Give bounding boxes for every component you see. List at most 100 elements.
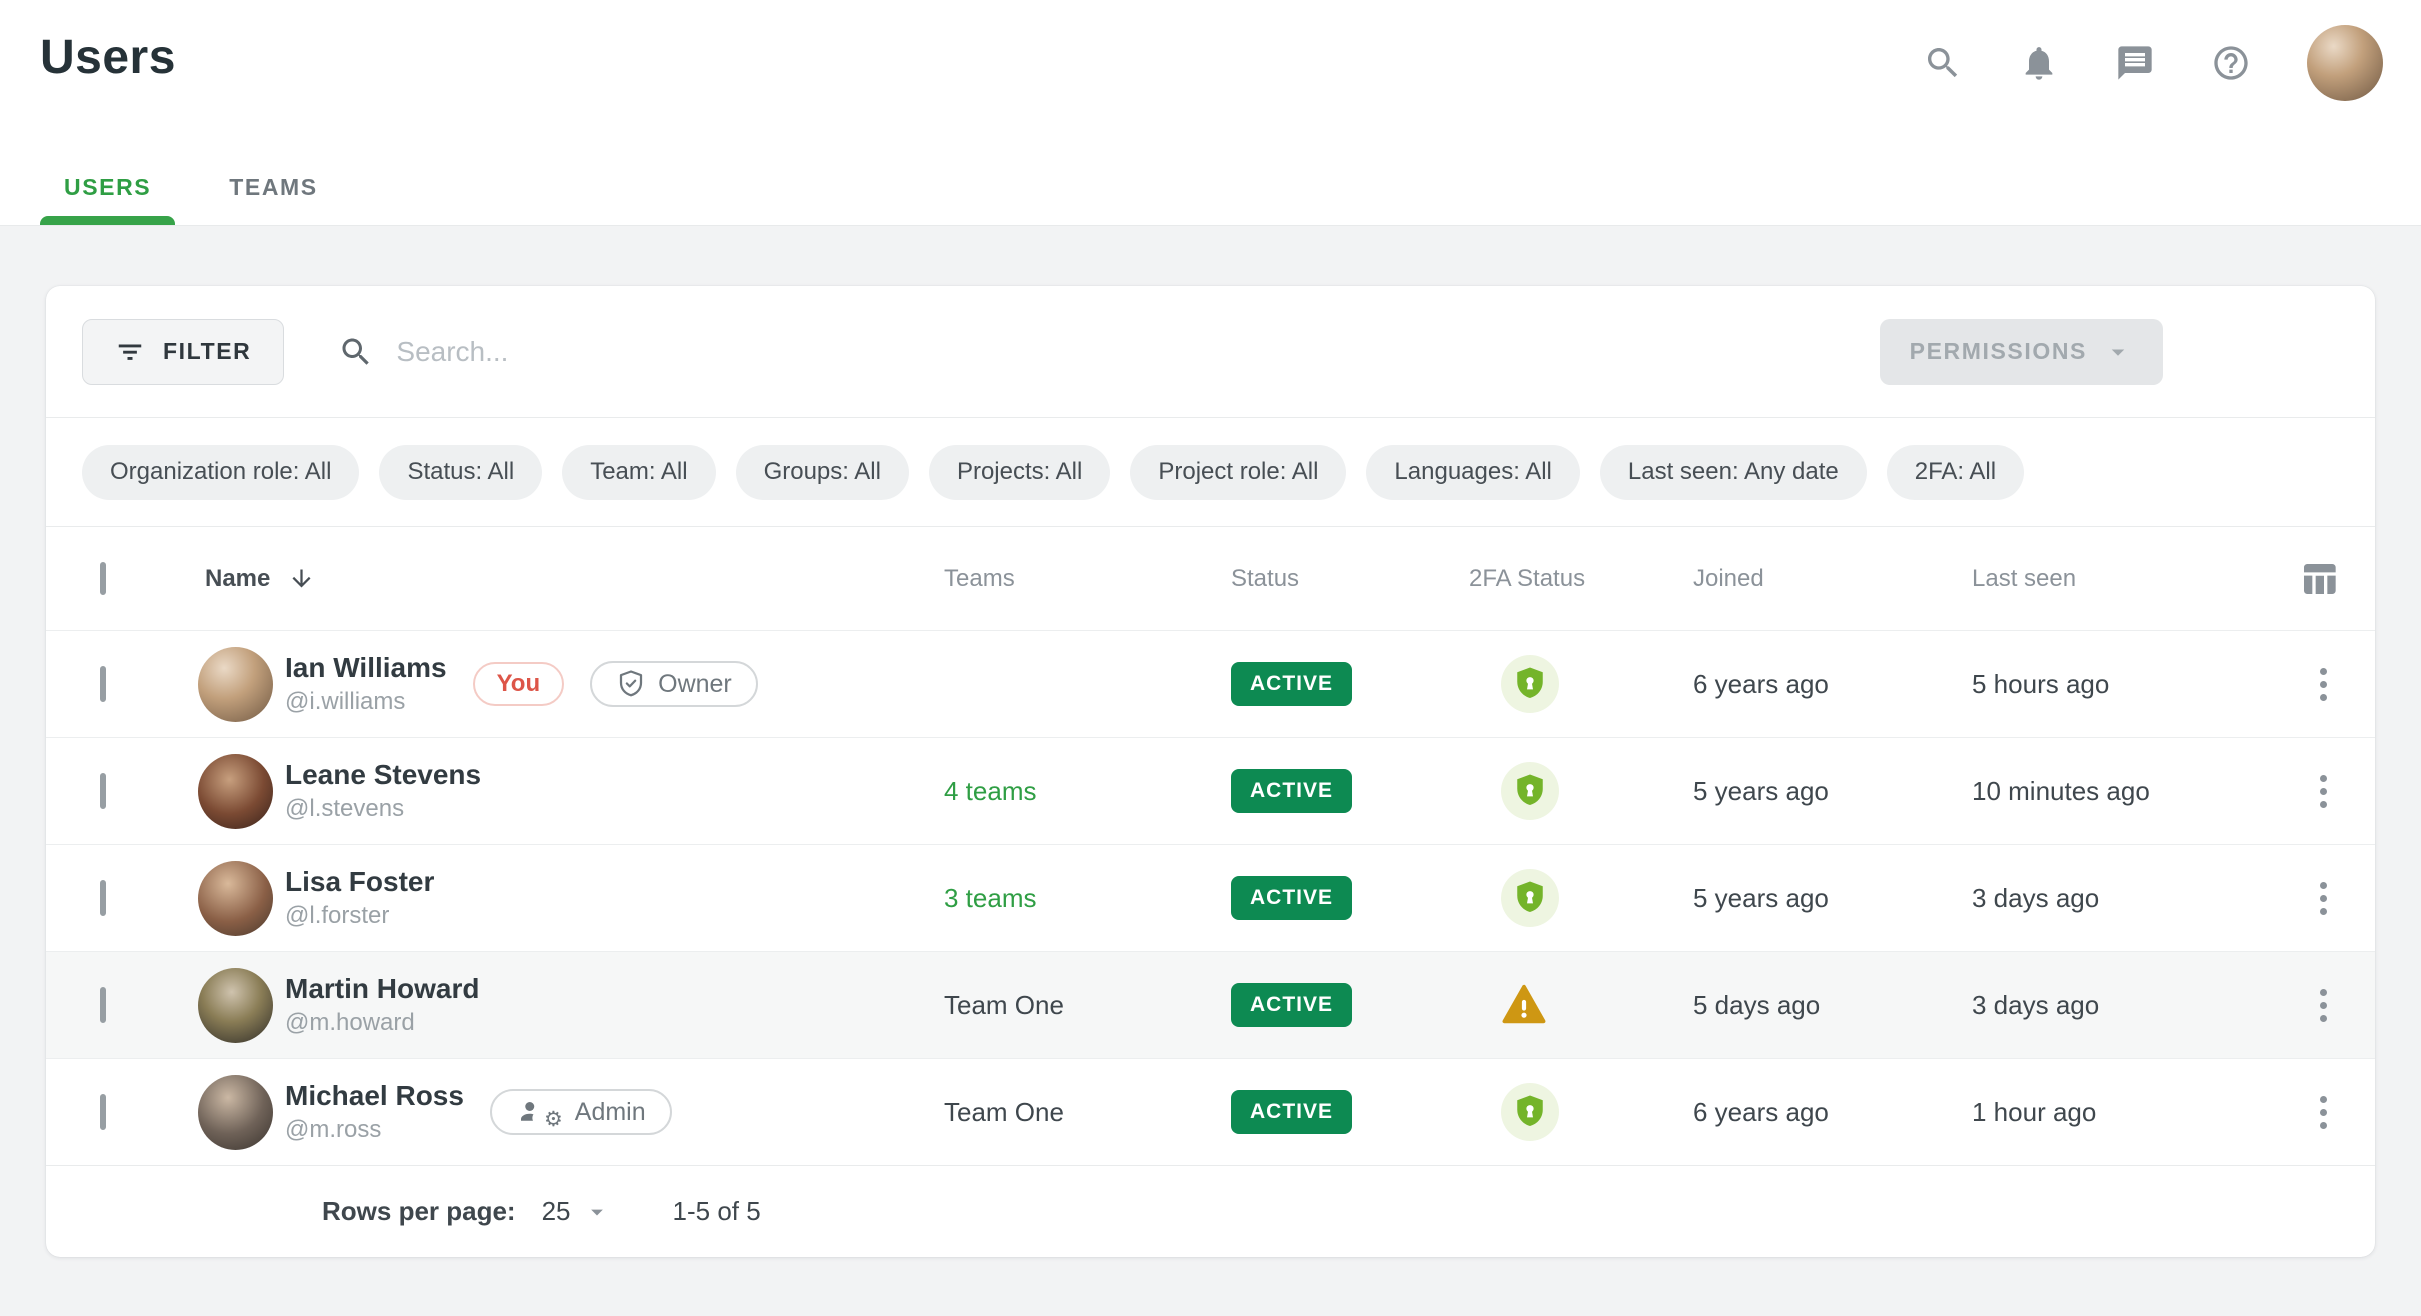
last-seen-cell: 10 minutes ago	[1972, 776, 2222, 807]
rows-per-page-select[interactable]: 25	[542, 1196, 611, 1227]
row-checkbox[interactable]	[100, 1094, 106, 1130]
user-avatar[interactable]	[2307, 25, 2383, 101]
row-actions-kebab-icon[interactable]	[2312, 1088, 2335, 1137]
status-badge: ACTIVE	[1231, 769, 1352, 813]
avatar	[198, 861, 273, 936]
table-row: Martin Howard @m.howard Team One ACTIVE …	[46, 951, 2375, 1058]
chip-last-seen[interactable]: Last seen: Any date	[1600, 445, 1867, 500]
tab-teams[interactable]: TEAMS	[205, 174, 342, 225]
table-row: Lisa Foster @l.forster 3 teams ACTIVE 5 …	[46, 844, 2375, 951]
last-seen-cell: 1 hour ago	[1972, 1097, 2222, 1128]
joined-cell: 6 years ago	[1693, 669, 1972, 700]
last-seen-cell: 5 hours ago	[1972, 669, 2222, 700]
column-header-joined[interactable]: Joined	[1693, 565, 1972, 593]
chip-organization-role[interactable]: Organization role: All	[82, 445, 359, 500]
person-icon	[516, 1097, 546, 1127]
search-box	[338, 334, 1879, 370]
admin-badge-label: Admin	[575, 1098, 646, 1127]
help-icon[interactable]	[2211, 43, 2251, 83]
joined-cell: 5 years ago	[1693, 883, 1972, 914]
permissions-button-label: PERMISSIONS	[1910, 338, 2087, 365]
users-card: FILTER PERMISSIONS	[46, 286, 2375, 1257]
column-header-status[interactable]: Status	[1231, 565, 1469, 593]
column-header-last-seen[interactable]: Last seen	[1972, 565, 2222, 593]
user-handle: @m.ross	[285, 1116, 464, 1144]
chip-status[interactable]: Status: All	[379, 445, 542, 500]
row-checkbox[interactable]	[100, 880, 106, 916]
shield-check-icon	[616, 669, 646, 699]
filter-icon	[115, 337, 145, 367]
row-checkbox[interactable]	[100, 666, 106, 702]
user-name[interactable]: Martin Howard	[285, 973, 479, 1005]
chip-groups[interactable]: Groups: All	[736, 445, 909, 500]
teams-link[interactable]: 4 teams	[944, 776, 1037, 806]
rows-per-page-label: Rows per page:	[322, 1196, 516, 1227]
sort-descending-icon[interactable]	[288, 565, 315, 592]
notifications-bell-icon[interactable]	[2019, 43, 2059, 83]
search-input[interactable]	[396, 336, 1879, 368]
permissions-dropdown-button[interactable]: PERMISSIONS	[1880, 319, 2163, 385]
filter-chips-row: Organization role: All Status: All Team:…	[46, 417, 2375, 527]
pagination-range: 1-5 of 5	[673, 1196, 761, 1227]
2fa-enabled-shield-icon	[1501, 762, 1559, 820]
table-row: Leane Stevens @l.stevens 4 teams ACTIVE …	[46, 737, 2375, 844]
select-all-checkbox[interactable]	[100, 562, 106, 595]
2fa-enabled-shield-icon	[1501, 655, 1559, 713]
user-name[interactable]: Lisa Foster	[285, 866, 434, 898]
status-badge: ACTIVE	[1231, 983, 1352, 1027]
tab-bar: USERS TEAMS	[40, 174, 342, 225]
row-checkbox[interactable]	[100, 987, 106, 1023]
avatar	[198, 1075, 273, 1150]
filter-button[interactable]: FILTER	[82, 319, 284, 385]
chat-messages-icon[interactable]	[2115, 43, 2155, 83]
search-icon[interactable]	[1923, 43, 1963, 83]
last-seen-cell: 3 days ago	[1972, 883, 2222, 914]
teams-cell: Team One	[944, 990, 1064, 1020]
table-row: Ian Williams @i.williams You Owner ACTIV…	[46, 630, 2375, 737]
chip-team[interactable]: Team: All	[562, 445, 715, 500]
chevron-down-icon	[2103, 337, 2133, 367]
row-actions-kebab-icon[interactable]	[2312, 874, 2335, 923]
rows-per-page-value: 25	[542, 1196, 571, 1227]
avatar	[198, 968, 273, 1043]
row-checkbox[interactable]	[100, 773, 106, 809]
owner-badge: Owner	[590, 661, 758, 707]
status-badge: ACTIVE	[1231, 876, 1352, 920]
pagination-bar: Rows per page: 25 1-5 of 5	[46, 1165, 2375, 1257]
user-handle: @m.howard	[285, 1009, 479, 1037]
2fa-enabled-shield-icon	[1501, 1083, 1559, 1141]
row-actions-kebab-icon[interactable]	[2312, 660, 2335, 709]
column-header-name[interactable]: Name	[205, 565, 270, 593]
chip-languages[interactable]: Languages: All	[1366, 445, 1579, 500]
owner-badge-label: Owner	[658, 670, 732, 699]
user-handle: @l.stevens	[285, 795, 481, 823]
teams-link[interactable]: 3 teams	[944, 883, 1037, 913]
header-actions	[1923, 24, 2383, 102]
column-settings-icon[interactable]	[2299, 559, 2339, 599]
tab-users[interactable]: USERS	[40, 174, 175, 225]
user-handle: @l.forster	[285, 902, 434, 930]
search-input-icon	[338, 334, 374, 370]
row-actions-kebab-icon[interactable]	[2312, 981, 2335, 1030]
column-header-teams[interactable]: Teams	[944, 565, 1231, 593]
joined-cell: 6 years ago	[1693, 1097, 1972, 1128]
column-header-2fa[interactable]: 2FA Status	[1469, 565, 1693, 593]
last-seen-cell: 3 days ago	[1972, 990, 2222, 1021]
status-badge: ACTIVE	[1231, 1090, 1352, 1134]
avatar	[198, 647, 273, 722]
chip-2fa[interactable]: 2FA: All	[1887, 445, 2024, 500]
user-handle: @i.williams	[285, 688, 447, 716]
page-body: FILTER PERMISSIONS	[0, 225, 2421, 1257]
table-row: Michael Ross @m.ross ⚙ Admin Team One AC…	[46, 1058, 2375, 1165]
user-name[interactable]: Leane Stevens	[285, 759, 481, 791]
status-badge: ACTIVE	[1231, 662, 1352, 706]
teams-cell: Team One	[944, 1097, 1064, 1127]
2fa-warning-icon	[1501, 982, 1693, 1028]
chip-projects[interactable]: Projects: All	[929, 445, 1110, 500]
admin-badge: ⚙ Admin	[490, 1089, 672, 1135]
row-actions-kebab-icon[interactable]	[2312, 767, 2335, 816]
user-name[interactable]: Ian Williams	[285, 652, 447, 684]
joined-cell: 5 years ago	[1693, 776, 1972, 807]
user-name[interactable]: Michael Ross	[285, 1080, 464, 1112]
chip-project-role[interactable]: Project role: All	[1130, 445, 1346, 500]
